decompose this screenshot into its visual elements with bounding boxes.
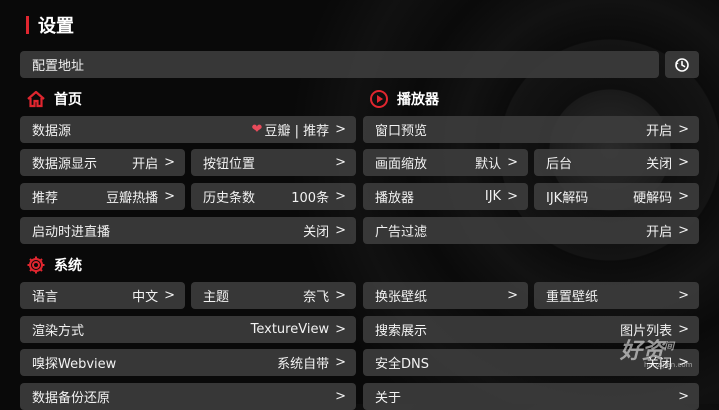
setting-window-preview[interactable]: 窗口预览 开启 > bbox=[363, 116, 699, 143]
setting-value: 关闭 bbox=[303, 225, 330, 240]
title-accent-bar bbox=[26, 16, 29, 34]
config-address-label: 配置地址 bbox=[32, 59, 85, 74]
setting-recommend[interactable]: 推荐 豆瓣热播 > bbox=[20, 183, 185, 210]
setting-label: 画面缩放 bbox=[375, 157, 428, 172]
setting-value: 关闭 bbox=[646, 157, 673, 172]
chevron-right-icon: > bbox=[335, 223, 346, 238]
setting-player[interactable]: 播放器 IJK > bbox=[363, 183, 528, 210]
setting-label: 语言 bbox=[32, 290, 59, 305]
play-circle-icon bbox=[370, 90, 388, 108]
setting-value: 硬解码 bbox=[633, 191, 673, 206]
chevron-right-icon: > bbox=[678, 155, 689, 170]
page-header: 设置 bbox=[26, 12, 74, 38]
setting-label: 后台 bbox=[546, 157, 573, 172]
setting-label: 广告过滤 bbox=[375, 225, 428, 240]
chevron-right-icon: > bbox=[335, 355, 346, 370]
setting-value: 豆瓣 | 推荐 bbox=[264, 124, 330, 139]
section-home: 首页 bbox=[26, 88, 82, 110]
gear-icon bbox=[27, 256, 45, 274]
setting-value: 豆瓣热播 bbox=[106, 191, 159, 206]
heart-icon: ❤ bbox=[251, 122, 263, 137]
setting-label: 重置壁纸 bbox=[546, 290, 599, 305]
chevron-right-icon: > bbox=[335, 122, 346, 137]
setting-label: 换张壁纸 bbox=[375, 290, 428, 305]
setting-label: 数据源 bbox=[32, 124, 72, 139]
setting-label: 历史条数 bbox=[203, 191, 256, 206]
setting-data-source[interactable]: 数据源 ❤ 豆瓣 | 推荐 > bbox=[20, 116, 356, 143]
setting-value: 中文 bbox=[132, 290, 159, 305]
chevron-right-icon: > bbox=[335, 155, 346, 170]
setting-label: IJK解码 bbox=[546, 191, 589, 206]
setting-change-wallpaper[interactable]: 换张壁纸 > bbox=[363, 282, 528, 309]
watermark-logo: 好资间 haozijian.com bbox=[620, 333, 700, 373]
page-title: 设置 bbox=[38, 16, 74, 37]
chevron-right-icon: > bbox=[164, 155, 175, 170]
chevron-right-icon: > bbox=[678, 389, 689, 404]
setting-theme[interactable]: 主题 奈飞 > bbox=[191, 282, 356, 309]
setting-about[interactable]: 关于 > bbox=[363, 383, 699, 410]
chevron-right-icon: > bbox=[678, 223, 689, 238]
setting-label: 启动时进直播 bbox=[32, 225, 111, 240]
setting-label: 渲染方式 bbox=[32, 324, 85, 339]
setting-value: 100条 bbox=[291, 191, 330, 206]
chevron-right-icon: > bbox=[335, 189, 346, 204]
setting-screen-scale[interactable]: 画面缩放 默认 > bbox=[363, 149, 528, 176]
chevron-right-icon: > bbox=[164, 288, 175, 303]
setting-label: 搜索展示 bbox=[375, 324, 428, 339]
setting-live-on-start[interactable]: 启动时进直播 关闭 > bbox=[20, 217, 356, 244]
setting-label: 主题 bbox=[203, 290, 230, 305]
setting-history-count[interactable]: 历史条数 100条 > bbox=[191, 183, 356, 210]
chevron-right-icon: > bbox=[507, 155, 518, 170]
chevron-right-icon: > bbox=[335, 389, 346, 404]
setting-value: IJK bbox=[484, 189, 502, 204]
setting-value: 开启 bbox=[646, 124, 673, 139]
setting-label: 按钮位置 bbox=[203, 157, 256, 172]
setting-label: 关于 bbox=[375, 391, 402, 406]
section-player: 播放器 bbox=[369, 88, 439, 110]
setting-data-backup[interactable]: 数据备份还原 > bbox=[20, 383, 356, 410]
setting-label: 数据源显示 bbox=[32, 157, 98, 172]
chevron-right-icon: > bbox=[678, 189, 689, 204]
setting-value: TextureView bbox=[250, 322, 330, 337]
setting-value: 开启 bbox=[646, 225, 673, 240]
watermark-url: haozijian.com bbox=[644, 361, 693, 369]
setting-label: 嗅探Webview bbox=[32, 357, 117, 372]
setting-button-position[interactable]: 按钮位置 > bbox=[191, 149, 356, 176]
watermark-sub: 间 bbox=[664, 341, 675, 353]
config-address-field[interactable]: 配置地址 bbox=[20, 51, 659, 78]
setting-label: 数据备份还原 bbox=[32, 391, 111, 406]
setting-label: 窗口预览 bbox=[375, 124, 428, 139]
setting-reset-wallpaper[interactable]: 重置壁纸 > bbox=[534, 282, 699, 309]
setting-value: 奈飞 bbox=[303, 290, 330, 305]
setting-language[interactable]: 语言 中文 > bbox=[20, 282, 185, 309]
setting-background[interactable]: 后台 关闭 > bbox=[534, 149, 699, 176]
setting-sniff-webview[interactable]: 嗅探Webview 系统自带 > bbox=[20, 349, 356, 376]
section-player-title: 播放器 bbox=[397, 92, 439, 108]
setting-source-display[interactable]: 数据源显示 开启 > bbox=[20, 149, 185, 176]
chevron-right-icon: > bbox=[507, 288, 518, 303]
setting-value: 默认 bbox=[475, 157, 502, 172]
section-system: 系统 bbox=[26, 254, 82, 276]
history-icon bbox=[675, 57, 689, 72]
section-system-title: 系统 bbox=[54, 258, 82, 274]
setting-render-mode[interactable]: 渲染方式 TextureView > bbox=[20, 316, 356, 343]
chevron-right-icon: > bbox=[335, 322, 346, 337]
setting-ijk-decode[interactable]: IJK解码 硬解码 > bbox=[534, 183, 699, 210]
chevron-right-icon: > bbox=[164, 189, 175, 204]
chevron-right-icon: > bbox=[678, 122, 689, 137]
section-home-title: 首页 bbox=[54, 92, 82, 108]
setting-label: 安全DNS bbox=[375, 357, 429, 372]
setting-value: 开启 bbox=[132, 157, 159, 172]
chevron-right-icon: > bbox=[678, 288, 689, 303]
chevron-right-icon: > bbox=[335, 288, 346, 303]
setting-value: 系统自带 bbox=[277, 357, 330, 372]
history-button[interactable] bbox=[665, 51, 699, 78]
setting-label: 推荐 bbox=[32, 191, 59, 206]
setting-ad-filter[interactable]: 广告过滤 开启 > bbox=[363, 217, 699, 244]
home-icon bbox=[27, 90, 45, 108]
chevron-right-icon: > bbox=[507, 189, 518, 204]
setting-label: 播放器 bbox=[375, 191, 415, 206]
